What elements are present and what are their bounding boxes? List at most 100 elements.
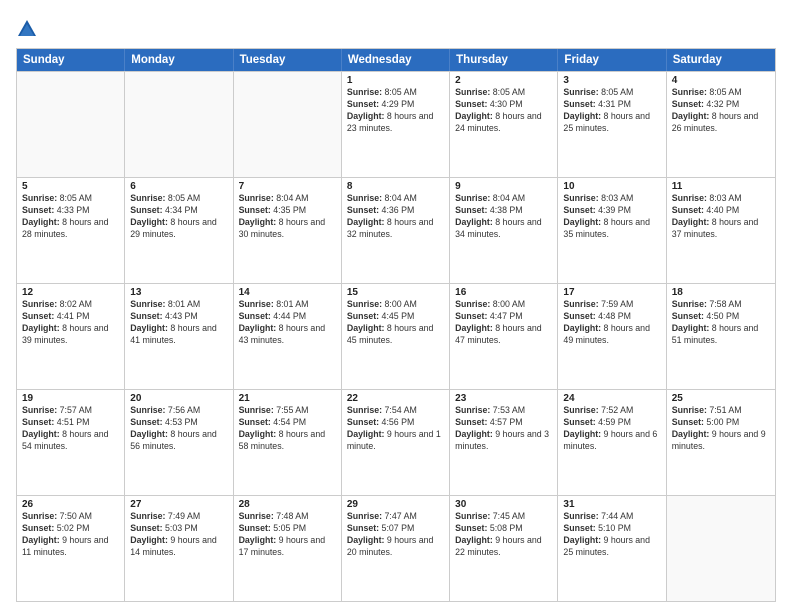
calendar-cell: 2Sunrise: 8:05 AMSunset: 4:30 PMDaylight… <box>450 72 558 177</box>
calendar-cell <box>17 72 125 177</box>
day-info: Sunrise: 8:01 AMSunset: 4:44 PMDaylight:… <box>239 299 336 347</box>
day-number: 13 <box>130 287 227 298</box>
logo <box>16 16 42 40</box>
calendar-cell: 18Sunrise: 7:58 AMSunset: 4:50 PMDayligh… <box>667 284 775 389</box>
calendar-cell: 12Sunrise: 8:02 AMSunset: 4:41 PMDayligh… <box>17 284 125 389</box>
calendar-cell: 4Sunrise: 8:05 AMSunset: 4:32 PMDaylight… <box>667 72 775 177</box>
day-info: Sunrise: 7:52 AMSunset: 4:59 PMDaylight:… <box>563 405 660 453</box>
day-number: 28 <box>239 499 336 510</box>
calendar-week-4: 19Sunrise: 7:57 AMSunset: 4:51 PMDayligh… <box>17 389 775 495</box>
day-info: Sunrise: 8:05 AMSunset: 4:30 PMDaylight:… <box>455 87 552 135</box>
day-info: Sunrise: 8:00 AMSunset: 4:45 PMDaylight:… <box>347 299 444 347</box>
calendar-week-1: 1Sunrise: 8:05 AMSunset: 4:29 PMDaylight… <box>17 71 775 177</box>
day-info: Sunrise: 8:01 AMSunset: 4:43 PMDaylight:… <box>130 299 227 347</box>
day-number: 2 <box>455 75 552 86</box>
day-header-monday: Monday <box>125 49 233 71</box>
day-info: Sunrise: 7:49 AMSunset: 5:03 PMDaylight:… <box>130 511 227 559</box>
calendar-cell: 29Sunrise: 7:47 AMSunset: 5:07 PMDayligh… <box>342 496 450 601</box>
day-info: Sunrise: 8:05 AMSunset: 4:31 PMDaylight:… <box>563 87 660 135</box>
page: SundayMondayTuesdayWednesdayThursdayFrid… <box>0 0 792 612</box>
day-number: 3 <box>563 75 660 86</box>
day-info: Sunrise: 7:45 AMSunset: 5:08 PMDaylight:… <box>455 511 552 559</box>
day-info: Sunrise: 8:03 AMSunset: 4:40 PMDaylight:… <box>672 193 770 241</box>
day-info: Sunrise: 7:54 AMSunset: 4:56 PMDaylight:… <box>347 405 444 453</box>
header <box>16 16 776 40</box>
calendar-cell <box>234 72 342 177</box>
day-number: 16 <box>455 287 552 298</box>
day-number: 18 <box>672 287 770 298</box>
day-number: 25 <box>672 393 770 404</box>
day-number: 21 <box>239 393 336 404</box>
day-header-wednesday: Wednesday <box>342 49 450 71</box>
calendar-cell: 21Sunrise: 7:55 AMSunset: 4:54 PMDayligh… <box>234 390 342 495</box>
day-number: 15 <box>347 287 444 298</box>
calendar-cell: 23Sunrise: 7:53 AMSunset: 4:57 PMDayligh… <box>450 390 558 495</box>
calendar-cell: 5Sunrise: 8:05 AMSunset: 4:33 PMDaylight… <box>17 178 125 283</box>
day-number: 11 <box>672 181 770 192</box>
day-info: Sunrise: 7:59 AMSunset: 4:48 PMDaylight:… <box>563 299 660 347</box>
day-header-friday: Friday <box>558 49 666 71</box>
calendar-cell: 7Sunrise: 8:04 AMSunset: 4:35 PMDaylight… <box>234 178 342 283</box>
day-info: Sunrise: 7:58 AMSunset: 4:50 PMDaylight:… <box>672 299 770 347</box>
calendar-cell: 24Sunrise: 7:52 AMSunset: 4:59 PMDayligh… <box>558 390 666 495</box>
day-info: Sunrise: 7:51 AMSunset: 5:00 PMDaylight:… <box>672 405 770 453</box>
calendar-cell: 20Sunrise: 7:56 AMSunset: 4:53 PMDayligh… <box>125 390 233 495</box>
day-number: 24 <box>563 393 660 404</box>
day-info: Sunrise: 8:02 AMSunset: 4:41 PMDaylight:… <box>22 299 119 347</box>
day-header-thursday: Thursday <box>450 49 558 71</box>
day-number: 7 <box>239 181 336 192</box>
day-info: Sunrise: 7:57 AMSunset: 4:51 PMDaylight:… <box>22 405 119 453</box>
calendar-week-5: 26Sunrise: 7:50 AMSunset: 5:02 PMDayligh… <box>17 495 775 601</box>
day-number: 6 <box>130 181 227 192</box>
day-number: 31 <box>563 499 660 510</box>
day-info: Sunrise: 7:47 AMSunset: 5:07 PMDaylight:… <box>347 511 444 559</box>
day-number: 10 <box>563 181 660 192</box>
calendar-header: SundayMondayTuesdayWednesdayThursdayFrid… <box>17 49 775 71</box>
calendar-cell: 6Sunrise: 8:05 AMSunset: 4:34 PMDaylight… <box>125 178 233 283</box>
day-number: 30 <box>455 499 552 510</box>
day-info: Sunrise: 8:03 AMSunset: 4:39 PMDaylight:… <box>563 193 660 241</box>
calendar-cell: 10Sunrise: 8:03 AMSunset: 4:39 PMDayligh… <box>558 178 666 283</box>
day-info: Sunrise: 7:44 AMSunset: 5:10 PMDaylight:… <box>563 511 660 559</box>
calendar-cell: 17Sunrise: 7:59 AMSunset: 4:48 PMDayligh… <box>558 284 666 389</box>
calendar-cell: 8Sunrise: 8:04 AMSunset: 4:36 PMDaylight… <box>342 178 450 283</box>
calendar-cell: 16Sunrise: 8:00 AMSunset: 4:47 PMDayligh… <box>450 284 558 389</box>
calendar-cell: 22Sunrise: 7:54 AMSunset: 4:56 PMDayligh… <box>342 390 450 495</box>
calendar-week-3: 12Sunrise: 8:02 AMSunset: 4:41 PMDayligh… <box>17 283 775 389</box>
day-info: Sunrise: 7:50 AMSunset: 5:02 PMDaylight:… <box>22 511 119 559</box>
calendar-cell: 19Sunrise: 7:57 AMSunset: 4:51 PMDayligh… <box>17 390 125 495</box>
day-number: 8 <box>347 181 444 192</box>
day-number: 12 <box>22 287 119 298</box>
logo-icon <box>16 18 38 40</box>
day-info: Sunrise: 8:04 AMSunset: 4:36 PMDaylight:… <box>347 193 444 241</box>
day-info: Sunrise: 7:48 AMSunset: 5:05 PMDaylight:… <box>239 511 336 559</box>
calendar-cell: 30Sunrise: 7:45 AMSunset: 5:08 PMDayligh… <box>450 496 558 601</box>
day-info: Sunrise: 8:04 AMSunset: 4:35 PMDaylight:… <box>239 193 336 241</box>
calendar-cell <box>125 72 233 177</box>
day-number: 17 <box>563 287 660 298</box>
day-info: Sunrise: 8:05 AMSunset: 4:34 PMDaylight:… <box>130 193 227 241</box>
day-info: Sunrise: 7:56 AMSunset: 4:53 PMDaylight:… <box>130 405 227 453</box>
calendar-cell: 3Sunrise: 8:05 AMSunset: 4:31 PMDaylight… <box>558 72 666 177</box>
calendar-cell: 14Sunrise: 8:01 AMSunset: 4:44 PMDayligh… <box>234 284 342 389</box>
calendar-cell: 27Sunrise: 7:49 AMSunset: 5:03 PMDayligh… <box>125 496 233 601</box>
calendar-week-2: 5Sunrise: 8:05 AMSunset: 4:33 PMDaylight… <box>17 177 775 283</box>
day-info: Sunrise: 7:53 AMSunset: 4:57 PMDaylight:… <box>455 405 552 453</box>
day-number: 23 <box>455 393 552 404</box>
day-number: 22 <box>347 393 444 404</box>
day-header-tuesday: Tuesday <box>234 49 342 71</box>
day-info: Sunrise: 8:04 AMSunset: 4:38 PMDaylight:… <box>455 193 552 241</box>
day-number: 5 <box>22 181 119 192</box>
calendar-cell: 11Sunrise: 8:03 AMSunset: 4:40 PMDayligh… <box>667 178 775 283</box>
day-number: 4 <box>672 75 770 86</box>
day-info: Sunrise: 7:55 AMSunset: 4:54 PMDaylight:… <box>239 405 336 453</box>
day-number: 9 <box>455 181 552 192</box>
calendar-cell <box>667 496 775 601</box>
calendar-body: 1Sunrise: 8:05 AMSunset: 4:29 PMDaylight… <box>17 71 775 601</box>
calendar-cell: 25Sunrise: 7:51 AMSunset: 5:00 PMDayligh… <box>667 390 775 495</box>
calendar-cell: 26Sunrise: 7:50 AMSunset: 5:02 PMDayligh… <box>17 496 125 601</box>
day-number: 26 <box>22 499 119 510</box>
calendar-cell: 28Sunrise: 7:48 AMSunset: 5:05 PMDayligh… <box>234 496 342 601</box>
calendar: SundayMondayTuesdayWednesdayThursdayFrid… <box>16 48 776 602</box>
day-number: 19 <box>22 393 119 404</box>
